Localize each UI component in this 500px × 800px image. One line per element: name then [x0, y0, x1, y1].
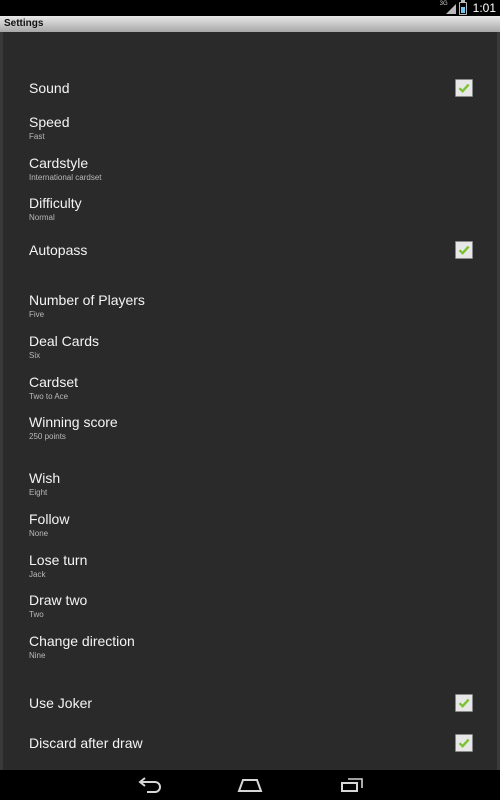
setting-summary: Two: [29, 610, 44, 619]
setting-title: Change direction: [29, 633, 135, 649]
setting-title: Lose turn: [29, 552, 88, 568]
setting-draw-two[interactable]: Draw two Two: [29, 591, 473, 621]
setting-title: Wish: [29, 470, 61, 486]
setting-summary: Jack: [29, 570, 46, 579]
navigation-bar: [0, 770, 500, 800]
setting-number-of-players[interactable]: Number of Players Five: [29, 291, 473, 321]
setting-title: Use Joker: [29, 695, 93, 711]
setting-cardstyle[interactable]: Cardstyle International cardset: [29, 154, 473, 184]
status-bar: 3G 1:01: [0, 0, 500, 16]
setting-cardset[interactable]: Cardset Two to Ace: [29, 373, 473, 403]
settings-panel: Sound Speed Fast Cardstyle International…: [0, 32, 500, 770]
page-title: Settings: [4, 18, 44, 29]
recent-apps-icon: [341, 778, 363, 792]
setting-lose-turn[interactable]: Lose turn Jack: [29, 551, 473, 581]
setting-summary: Normal: [29, 213, 55, 222]
setting-title: Discard after draw: [29, 735, 143, 751]
battery-icon: [458, 0, 467, 15]
setting-title: Cardset: [29, 374, 79, 390]
setting-follow[interactable]: Follow None: [29, 510, 473, 540]
checkmark-icon: [458, 698, 470, 708]
setting-summary: International cardset: [29, 173, 102, 182]
setting-deal-cards[interactable]: Deal Cards Six: [29, 332, 473, 362]
setting-use-joker[interactable]: Use Joker: [29, 691, 473, 715]
setting-title: Number of Players: [29, 292, 145, 308]
setting-autopass[interactable]: Autopass: [29, 238, 473, 262]
sound-checkbox[interactable]: [455, 79, 473, 97]
autopass-checkbox[interactable]: [455, 241, 473, 259]
checkmark-icon: [458, 83, 470, 93]
back-button[interactable]: [136, 775, 164, 795]
setting-title: Autopass: [29, 242, 88, 258]
setting-title: Difficulty: [29, 195, 82, 211]
setting-difficulty[interactable]: Difficulty Normal: [29, 194, 473, 224]
setting-discard-after-draw[interactable]: Discard after draw: [29, 731, 473, 755]
clock: 1:01: [472, 1, 496, 15]
home-icon: [237, 779, 263, 792]
title-bar: Settings: [0, 16, 500, 32]
setting-change-direction[interactable]: Change direction Nine: [29, 632, 473, 662]
setting-sound[interactable]: Sound: [29, 76, 473, 100]
signal-icon: 3G: [440, 1, 456, 14]
setting-summary: Eight: [29, 488, 48, 497]
recent-apps-button[interactable]: [338, 775, 366, 795]
setting-wish[interactable]: Wish Eight: [29, 469, 473, 499]
setting-title: Winning score: [29, 414, 118, 430]
setting-title: Sound: [29, 80, 70, 96]
setting-speed[interactable]: Speed Fast: [29, 113, 473, 143]
setting-title: Draw two: [29, 592, 88, 608]
checkmark-icon: [458, 245, 470, 255]
setting-summary: Six: [29, 351, 41, 360]
setting-summary: Fast: [29, 132, 45, 141]
status-icons: 3G 1:01: [440, 0, 496, 15]
home-button[interactable]: [236, 775, 264, 795]
setting-winning-score[interactable]: Winning score 250 points: [29, 413, 473, 443]
setting-summary: None: [29, 529, 49, 538]
back-icon: [138, 777, 161, 793]
setting-summary: 250 points: [29, 432, 66, 441]
setting-title: Speed: [29, 114, 70, 130]
setting-summary: Two to Ace: [29, 392, 69, 401]
setting-title: Follow: [29, 511, 70, 527]
use-joker-checkbox[interactable]: [455, 694, 473, 712]
setting-summary: Nine: [29, 651, 46, 660]
setting-title: Deal Cards: [29, 333, 100, 349]
setting-title: Cardstyle: [29, 155, 89, 171]
discard-after-draw-checkbox[interactable]: [455, 734, 473, 752]
setting-summary: Five: [29, 310, 45, 319]
checkmark-icon: [458, 738, 470, 748]
